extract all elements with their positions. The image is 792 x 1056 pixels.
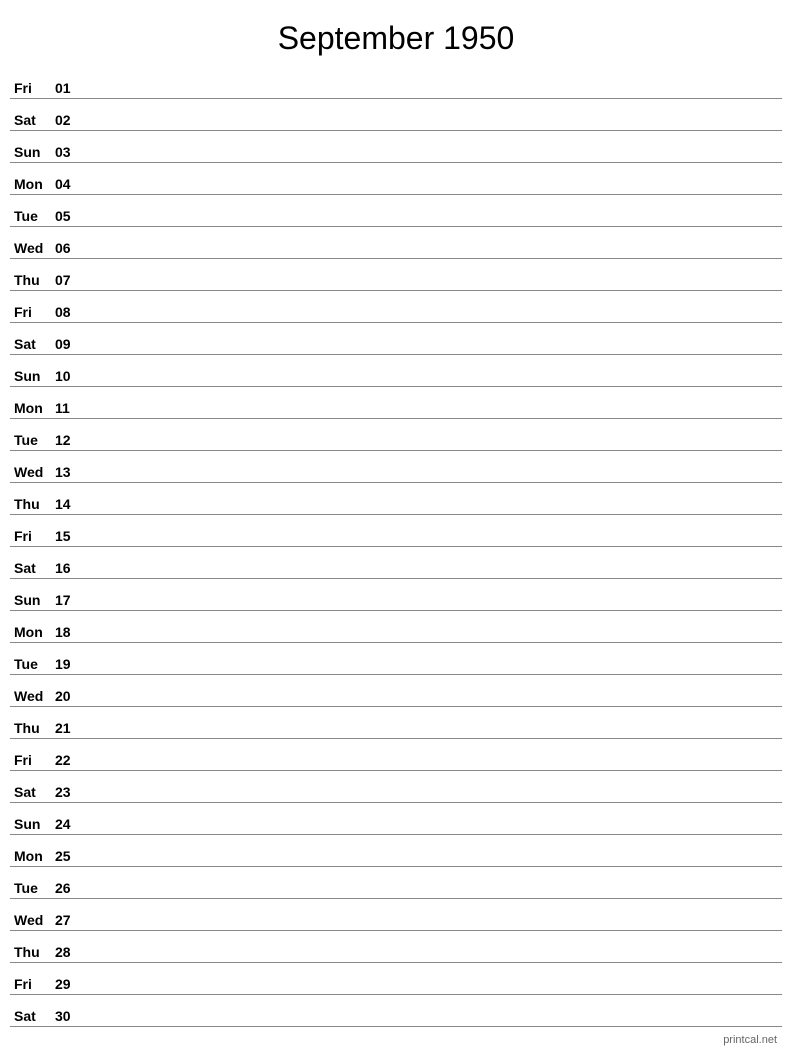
day-number: 09 (55, 336, 85, 352)
day-row: Sat02 (10, 99, 782, 131)
day-name: Sat (10, 784, 55, 800)
day-number: 15 (55, 528, 85, 544)
day-number: 27 (55, 912, 85, 928)
day-row: Wed13 (10, 451, 782, 483)
day-name: Wed (10, 240, 55, 256)
day-name: Sun (10, 816, 55, 832)
day-row: Sun03 (10, 131, 782, 163)
day-number: 14 (55, 496, 85, 512)
day-name: Mon (10, 624, 55, 640)
day-number: 10 (55, 368, 85, 384)
page-title: September 1950 (0, 0, 792, 67)
day-number: 05 (55, 208, 85, 224)
day-row: Fri01 (10, 67, 782, 99)
day-row: Fri29 (10, 963, 782, 995)
day-number: 21 (55, 720, 85, 736)
day-row: Thu21 (10, 707, 782, 739)
day-row: Thu14 (10, 483, 782, 515)
day-number: 28 (55, 944, 85, 960)
day-row: Mon25 (10, 835, 782, 867)
day-number: 16 (55, 560, 85, 576)
day-row: Sat09 (10, 323, 782, 355)
day-number: 22 (55, 752, 85, 768)
day-number: 02 (55, 112, 85, 128)
day-name: Tue (10, 656, 55, 672)
day-name: Sun (10, 144, 55, 160)
day-row: Tue19 (10, 643, 782, 675)
day-number: 18 (55, 624, 85, 640)
day-number: 25 (55, 848, 85, 864)
day-row: Wed27 (10, 899, 782, 931)
day-row: Tue12 (10, 419, 782, 451)
day-number: 24 (55, 816, 85, 832)
day-row: Fri08 (10, 291, 782, 323)
day-row: Sun10 (10, 355, 782, 387)
day-row: Fri22 (10, 739, 782, 771)
day-number: 07 (55, 272, 85, 288)
day-number: 29 (55, 976, 85, 992)
day-row: Wed06 (10, 227, 782, 259)
day-name: Fri (10, 528, 55, 544)
day-name: Tue (10, 432, 55, 448)
day-row: Sat16 (10, 547, 782, 579)
day-row: Mon04 (10, 163, 782, 195)
day-name: Tue (10, 208, 55, 224)
day-row: Sun17 (10, 579, 782, 611)
day-row: Thu28 (10, 931, 782, 963)
day-number: 08 (55, 304, 85, 320)
day-row: Sun24 (10, 803, 782, 835)
calendar-grid: Fri01Sat02Sun03Mon04Tue05Wed06Thu07Fri08… (0, 67, 792, 1027)
day-row: Tue26 (10, 867, 782, 899)
day-name: Thu (10, 720, 55, 736)
day-number: 04 (55, 176, 85, 192)
day-name: Thu (10, 496, 55, 512)
day-number: 03 (55, 144, 85, 160)
day-name: Sat (10, 560, 55, 576)
day-row: Sat30 (10, 995, 782, 1027)
day-row: Fri15 (10, 515, 782, 547)
day-name: Sun (10, 592, 55, 608)
day-name: Thu (10, 944, 55, 960)
day-name: Mon (10, 400, 55, 416)
day-name: Fri (10, 752, 55, 768)
day-number: 01 (55, 80, 85, 96)
day-row: Thu07 (10, 259, 782, 291)
day-name: Mon (10, 848, 55, 864)
day-row: Mon11 (10, 387, 782, 419)
day-name: Sat (10, 336, 55, 352)
day-name: Sun (10, 368, 55, 384)
day-row: Sat23 (10, 771, 782, 803)
day-name: Fri (10, 80, 55, 96)
day-name: Tue (10, 880, 55, 896)
day-number: 17 (55, 592, 85, 608)
day-name: Fri (10, 304, 55, 320)
day-number: 12 (55, 432, 85, 448)
day-name: Thu (10, 272, 55, 288)
day-name: Wed (10, 912, 55, 928)
footer-text: printcal.net (723, 1034, 777, 1046)
day-number: 30 (55, 1008, 85, 1024)
day-number: 26 (55, 880, 85, 896)
day-row: Wed20 (10, 675, 782, 707)
day-name: Wed (10, 464, 55, 480)
day-number: 20 (55, 688, 85, 704)
day-number: 19 (55, 656, 85, 672)
day-number: 23 (55, 784, 85, 800)
day-name: Wed (10, 688, 55, 704)
day-name: Sat (10, 112, 55, 128)
day-row: Mon18 (10, 611, 782, 643)
day-row: Tue05 (10, 195, 782, 227)
day-number: 06 (55, 240, 85, 256)
day-name: Mon (10, 176, 55, 192)
day-name: Sat (10, 1008, 55, 1024)
day-name: Fri (10, 976, 55, 992)
day-number: 11 (55, 400, 85, 416)
day-number: 13 (55, 464, 85, 480)
